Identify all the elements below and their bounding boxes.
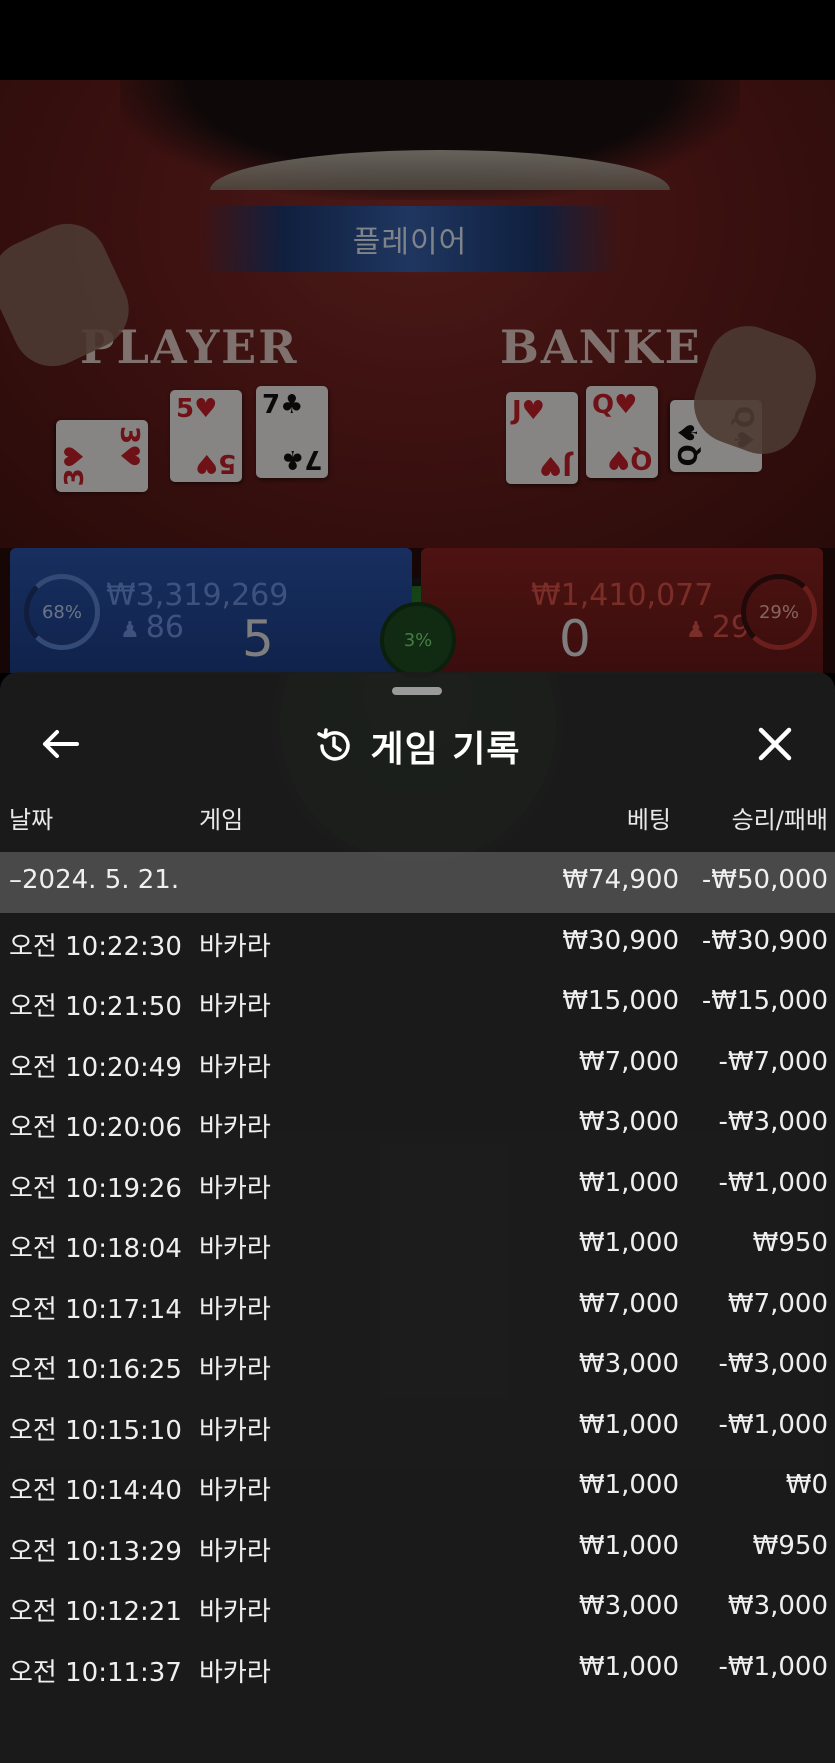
sheet-drag-handle[interactable] — [392, 687, 442, 695]
history-bet: ₩30,900 — [562, 925, 679, 956]
history-row[interactable]: 오전 10:18:04 바카라 ₩1,000 ₩950 — [0, 1215, 835, 1276]
history-time: 오전 10:13:29 — [9, 1536, 182, 1567]
history-bet: ₩1,000 — [578, 1530, 679, 1561]
history-game: 바카라 — [199, 1355, 271, 1385]
history-game: 바카라 — [199, 931, 271, 962]
history-row[interactable]: 오전 10:12:21 바카라 ₩3,000 ₩3,000 — [0, 1578, 835, 1639]
history-time: 오전 10:19:26 — [9, 1173, 182, 1204]
history-bet: ₩15,000 — [562, 986, 679, 1016]
date-group-bet-total: ₩74,900 — [562, 865, 679, 895]
history-result: -₩7,000 — [718, 1046, 828, 1077]
history-game: 바카라 — [199, 1657, 271, 1688]
history-time: 오전 10:11:37 — [9, 1657, 182, 1688]
sheet-title: 게임 기록 — [370, 729, 521, 770]
status-bar — [0, 0, 835, 80]
history-bet: ₩3,000 — [578, 1349, 679, 1379]
history-result: -₩3,000 — [718, 1349, 828, 1379]
close-icon — [758, 727, 792, 761]
history-bet: ₩1,000 — [578, 1409, 679, 1440]
history-time: 오전 10:17:14 — [9, 1294, 182, 1325]
column-header-bet: 베팅 — [626, 806, 671, 834]
history-row[interactable]: 오전 10:15:10 바카라 ₩1,000 -₩1,000 — [0, 1397, 835, 1458]
sheet-header: 게임 기록 — [0, 712, 835, 782]
history-bet: ₩7,000 — [578, 1288, 679, 1319]
history-time: 오전 10:20:06 — [9, 1113, 182, 1143]
history-row[interactable]: 오전 10:20:49 바카라 ₩7,000 -₩7,000 — [0, 1034, 835, 1095]
history-row[interactable]: 오전 10:21:50 바카라 ₩15,000 -₩15,000 — [0, 973, 835, 1034]
history-result: ₩0 — [785, 1470, 828, 1500]
history-game: 바카라 — [199, 1597, 271, 1627]
column-header-result: 승리/패배 — [731, 806, 828, 834]
column-header-game: 게임 — [199, 806, 244, 834]
history-bet: ₩1,000 — [578, 1651, 679, 1682]
history-result: -₩1,000 — [718, 1409, 828, 1440]
history-result: ₩950 — [752, 1228, 828, 1258]
history-row[interactable]: 오전 10:22:30 바카라 ₩30,900 -₩30,900 — [0, 913, 835, 974]
history-time: 오전 10:21:50 — [9, 992, 182, 1022]
date-group-row[interactable]: –2024. 5. 21. ₩74,900 -₩50,000 — [0, 852, 835, 913]
history-result: -₩15,000 — [701, 986, 828, 1016]
history-game: 바카라 — [199, 1052, 271, 1083]
sheet-title-group: 게임 기록 — [0, 720, 835, 772]
history-row[interactable]: 오전 10:20:06 바카라 ₩3,000 -₩3,000 — [0, 1094, 835, 1155]
history-bet: ₩1,000 — [578, 1167, 679, 1198]
history-clock-icon — [317, 728, 351, 761]
history-row[interactable]: 오전 10:17:14 바카라 ₩7,000 ₩7,000 — [0, 1276, 835, 1337]
date-group-label: –2024. 5. 21. — [9, 865, 180, 895]
history-result: ₩7,000 — [727, 1288, 828, 1319]
history-game: 바카라 — [199, 1476, 271, 1506]
history-result: ₩3,000 — [727, 1591, 828, 1621]
history-row[interactable]: 오전 10:13:29 바카라 ₩1,000 ₩950 — [0, 1518, 835, 1579]
history-result: -₩1,000 — [718, 1651, 828, 1682]
history-time: 오전 10:18:04 — [9, 1234, 182, 1264]
history-bet: ₩7,000 — [578, 1046, 679, 1077]
close-button[interactable] — [753, 722, 797, 766]
history-result: -₩3,000 — [718, 1107, 828, 1137]
history-game: 바카라 — [199, 1536, 271, 1567]
game-history-sheet: 게임 기록 날짜 게임 베팅 승리/패배 –2024. 5. 21. ₩74,9… — [0, 672, 835, 1763]
history-time: 오전 10:16:25 — [9, 1355, 182, 1385]
history-result: -₩30,900 — [701, 925, 828, 956]
history-time: 오전 10:14:40 — [9, 1476, 182, 1506]
history-bet: ₩1,000 — [578, 1228, 679, 1258]
history-time: 오전 10:20:49 — [9, 1052, 182, 1083]
history-result: -₩1,000 — [718, 1167, 828, 1198]
history-bet: ₩1,000 — [578, 1470, 679, 1500]
date-group-result-total: -₩50,000 — [701, 865, 828, 895]
history-bet: ₩3,000 — [578, 1107, 679, 1137]
history-game: 바카라 — [199, 1113, 271, 1143]
history-game: 바카라 — [199, 992, 271, 1022]
history-row[interactable]: 오전 10:19:26 바카라 ₩1,000 -₩1,000 — [0, 1155, 835, 1216]
history-row[interactable]: 오전 10:16:25 바카라 ₩3,000 -₩3,000 — [0, 1336, 835, 1397]
history-row[interactable]: 오전 10:11:37 바카라 ₩1,000 -₩1,000 — [0, 1639, 835, 1700]
history-time: 오전 10:12:21 — [9, 1597, 182, 1627]
column-header-date: 날짜 — [9, 806, 54, 834]
history-result: ₩950 — [752, 1530, 828, 1561]
history-bet: ₩3,000 — [578, 1591, 679, 1621]
history-row[interactable]: 오전 10:14:40 바카라 ₩1,000 ₩0 — [0, 1457, 835, 1518]
history-game: 바카라 — [199, 1415, 271, 1446]
history-game: 바카라 — [199, 1173, 271, 1204]
history-list: –2024. 5. 21. ₩74,900 -₩50,000 오전 10:22:… — [0, 852, 835, 1699]
history-time: 오전 10:15:10 — [9, 1415, 182, 1446]
history-game: 바카라 — [199, 1294, 271, 1325]
history-game: 바카라 — [199, 1234, 271, 1264]
history-time: 오전 10:22:30 — [9, 931, 182, 962]
